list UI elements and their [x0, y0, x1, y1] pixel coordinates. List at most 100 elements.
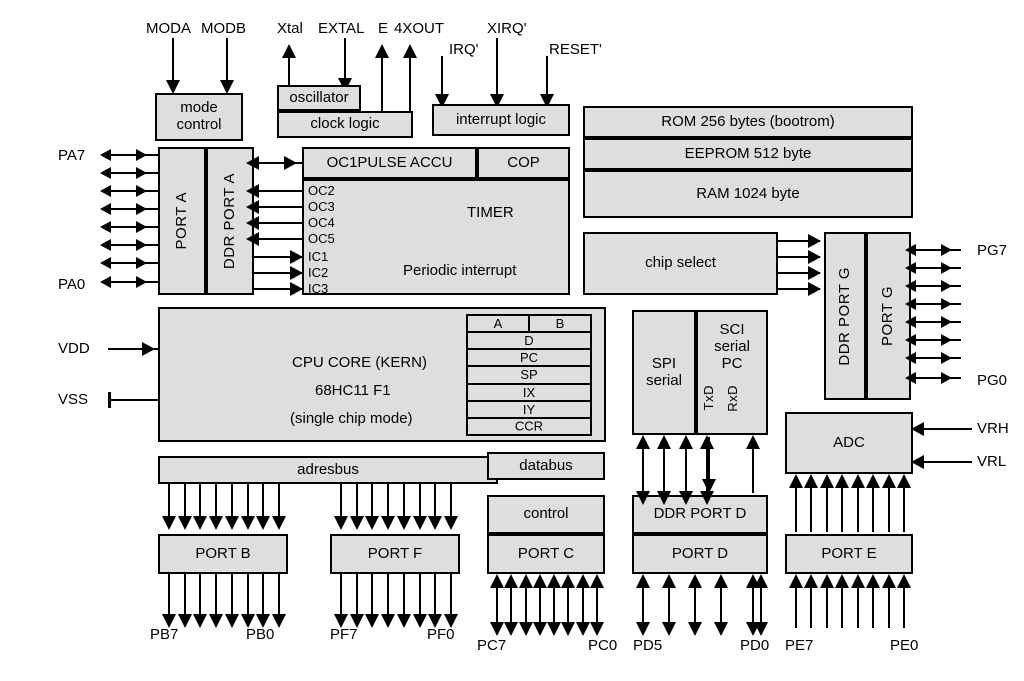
arrowhead-pg-4-in: [905, 298, 916, 310]
block-port-f[interactable]: PORT F: [330, 534, 460, 574]
block-port-b[interactable]: PORT B: [158, 534, 288, 574]
pin-label-pd0: PD0: [740, 637, 770, 654]
arrowhead-porta-timer-r: [284, 156, 297, 170]
arrowhead-pg-5-out: [941, 280, 952, 292]
adresbus-to-portb-7-arrowhead: [272, 516, 286, 530]
pin-label-vdd: VDD: [58, 340, 90, 357]
portf-pin-5-wire: [419, 574, 421, 616]
block-eeprom[interactable]: EEPROM 512 byte: [583, 138, 913, 170]
adresbus-to-portf-6-wire: [434, 484, 436, 518]
block-sci-serial[interactable]: SCI serial PC: [696, 310, 768, 435]
block-rom[interactable]: ROM 256 bytes (bootrom): [583, 106, 913, 138]
arrowhead-oc3: [246, 200, 259, 214]
portc-pin-down-6-arrowhead: [576, 622, 590, 636]
arrowhead-cs-g-2: [808, 250, 821, 264]
portc-pin-down-3-arrowhead: [533, 622, 547, 636]
pin-label-pb7: PB7: [150, 626, 179, 643]
register-sp: SP: [468, 367, 590, 385]
wire-pg-2: [911, 339, 961, 341]
pin-label-vrl: VRL: [977, 453, 1007, 470]
arrowhead-pa-7-in: [100, 149, 111, 161]
portb-pin-1-wire: [184, 574, 186, 616]
cpu-register-table: A B D PC SP IX IY CCR: [466, 314, 592, 436]
portc-pin-down-7-wire: [596, 596, 598, 624]
block-port-e[interactable]: PORT E: [785, 534, 913, 574]
block-chip-select[interactable]: chip select: [583, 232, 778, 295]
arrowhead-ic1: [290, 250, 303, 264]
pin-label-pf7: PF7: [330, 626, 358, 643]
block-sci-txd-label: TxD: [701, 385, 716, 411]
portd-pin-down-5-wire: [760, 596, 762, 624]
adc-to-porte-7-arrowhead: [897, 474, 911, 488]
pin-label-pb0: PB0: [246, 626, 275, 643]
spi-to-ddrportd-down-0-arrowhead: [636, 491, 650, 505]
adresbus-to-portb-3-arrowhead: [209, 516, 223, 530]
adresbus-to-portb-4-wire: [231, 484, 233, 518]
arrowhead-pg-4-out: [941, 298, 952, 310]
portd-pin-down-4-wire: [752, 596, 754, 624]
adresbus-to-portb-6-wire: [262, 484, 264, 518]
block-ram[interactable]: RAM 1024 byte: [583, 170, 913, 218]
block-spi-serial[interactable]: SPI serial: [632, 310, 696, 435]
block-clock-logic[interactable]: clock logic: [277, 111, 413, 138]
pin-label-moda: MODA: [146, 20, 191, 37]
pin-label-pg0: PG0: [977, 372, 1008, 389]
block-ddr-port-g[interactable]: DDR PORT G: [824, 232, 866, 400]
adresbus-to-portb-4-arrowhead: [225, 516, 239, 530]
pin-label-vss: VSS: [58, 391, 89, 408]
block-port-c[interactable]: PORT C: [487, 534, 605, 574]
block-port-a[interactable]: PORT A: [158, 147, 206, 295]
arrowhead-modb: [220, 80, 234, 94]
spi-to-ddrportd-down-1-wire: [663, 463, 665, 493]
block-interrupt-logic[interactable]: interrupt logic: [432, 104, 570, 136]
portc-pin-up-5-arrowhead: [561, 574, 575, 588]
portf-pin-6-arrowhead: [428, 614, 442, 628]
adresbus-to-portf-6-arrowhead: [428, 516, 442, 530]
block-adc[interactable]: ADC: [785, 412, 913, 474]
register-ccr-row: CCR: [468, 419, 590, 434]
portb-pin-6-arrowhead: [256, 614, 270, 628]
portd-pin-down-2-arrowhead: [688, 622, 702, 636]
pin-label-pa0: PA0: [58, 276, 86, 293]
porte-pin-2-arrowhead: [820, 574, 834, 588]
spi-to-ddrportd-down-2-wire: [685, 463, 687, 493]
portc-pin-down-5-wire: [567, 596, 569, 624]
block-cop[interactable]: COP: [477, 147, 570, 179]
pin-label-pf0: PF0: [427, 626, 455, 643]
block-databus[interactable]: databus: [487, 452, 605, 480]
block-mode-control[interactable]: mode control: [155, 93, 243, 141]
portd-pin-down-1-arrowhead: [662, 622, 676, 636]
wire-pa-5: [108, 190, 158, 192]
arrowhead-pa-7-out: [136, 149, 147, 161]
spi-to-ddrportd-up-1-arrowhead: [657, 435, 671, 449]
arrowhead-oc5: [246, 232, 259, 246]
arrowhead-xtal: [282, 44, 296, 58]
portd-pin-down-5-arrowhead: [754, 622, 768, 636]
portc-pin-down-1-wire: [510, 596, 512, 624]
portb-pin-2-arrowhead: [193, 614, 207, 628]
register-iy: IY: [468, 402, 590, 419]
block-oc1pulse-accu[interactable]: OC1PULSE ACCU: [302, 147, 477, 179]
portc-pin-up-6-arrowhead: [576, 574, 590, 588]
portc-pin-down-2-arrowhead: [519, 622, 533, 636]
wire-pg-4: [911, 303, 961, 305]
portc-pin-up-3-arrowhead: [533, 574, 547, 588]
block-oscillator[interactable]: oscillator: [277, 85, 361, 111]
block-control[interactable]: control: [487, 495, 605, 534]
timer-channel-oc3: OC3: [308, 199, 335, 214]
adc-to-porte-5-arrowhead: [866, 474, 880, 488]
sci-rxd-arrowhead: [746, 435, 760, 449]
block-adresbus[interactable]: adresbus: [158, 456, 498, 484]
block-port-d[interactable]: PORT D: [632, 534, 768, 574]
timer-channel-ic1: IC1: [308, 249, 329, 264]
arrowhead-pa-0-in: [100, 276, 111, 288]
adresbus-to-portf-4-arrowhead: [397, 516, 411, 530]
wire-pa-6: [108, 172, 158, 174]
arrowhead-pg-2-in: [905, 334, 916, 346]
pin-label-pc0: PC0: [588, 637, 618, 654]
adresbus-to-portb-3-wire: [215, 484, 217, 518]
portb-pin-7-arrowhead: [272, 614, 286, 628]
block-diagram-canvas: MODA MODB Xtal EXTAL E 4XOUT IRQ' XIRQ' …: [0, 0, 1024, 681]
porte-pin-6-arrowhead: [882, 574, 896, 588]
arrowhead-pa-5-out: [136, 185, 147, 197]
